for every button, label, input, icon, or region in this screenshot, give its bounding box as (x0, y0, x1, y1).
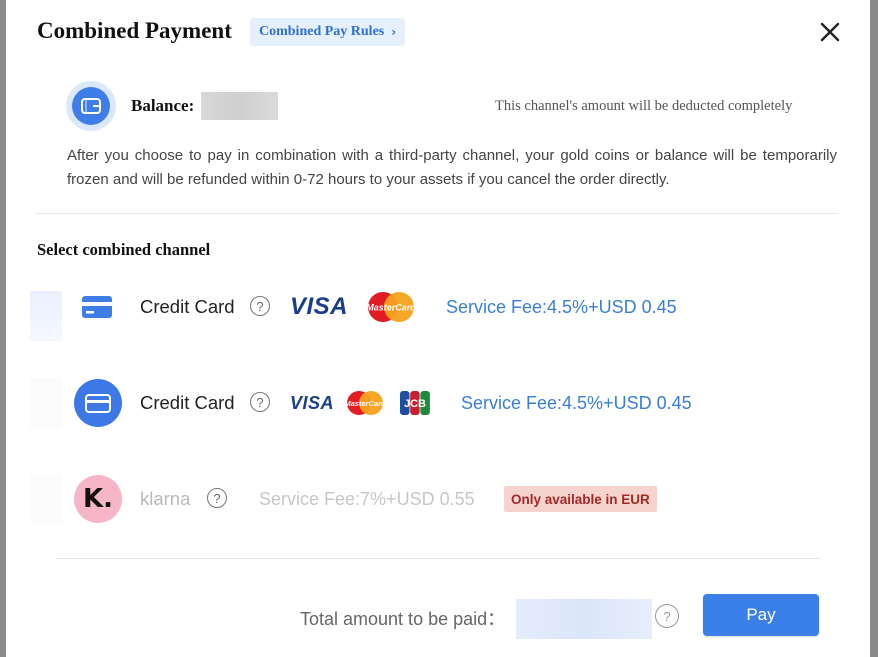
balance-value-redacted (201, 92, 278, 120)
channel-label: Credit Card (140, 296, 235, 317)
mastercard-text: MasterCard (366, 303, 416, 313)
channel-label: klarna (140, 488, 191, 509)
wallet-icon (66, 81, 116, 131)
card-icon (74, 379, 122, 427)
row-strip (30, 474, 62, 524)
pay-button[interactable]: Pay (703, 594, 819, 636)
service-fee: Service Fee:4.5%+USD 0.45 (461, 393, 692, 413)
jcb-text: JCB (404, 398, 426, 410)
card-icon (82, 296, 112, 318)
mastercard-text: MasterCard (346, 399, 384, 408)
divider (56, 558, 821, 559)
backdrop-right (870, 0, 878, 657)
help-icon[interactable]: ? (207, 488, 227, 508)
klarna-icon: K. (74, 475, 122, 523)
total-amount-value-redacted (516, 599, 652, 639)
combined-pay-rules-link[interactable]: Combined Pay Rules › (250, 18, 406, 46)
balance-label: Balance: (131, 96, 195, 115)
help-icon[interactable]: ? (655, 604, 679, 628)
row-selection-strip (30, 291, 62, 341)
visa-logo: VISA (290, 393, 335, 413)
total-amount-label: Total amount to be paid： (300, 609, 506, 629)
visa-logo: VISA (290, 293, 349, 320)
info-paragraph: After you choose to pay in combination w… (67, 147, 837, 188)
eur-only-badge: Only available in EUR (504, 486, 657, 512)
help-icon[interactable]: ? (250, 392, 270, 412)
mastercard-logo: MasterCard (366, 292, 416, 322)
channel-label: Credit Card (140, 392, 235, 413)
combined-payment-modal: Combined Payment Combined Pay Rules › Ba… (6, 0, 870, 657)
row-strip (30, 378, 62, 428)
service-fee: Service Fee:7%+USD 0.55 (259, 489, 475, 509)
mastercard-logo: MasterCard (346, 391, 384, 415)
divider (36, 213, 838, 214)
modal-title: Combined Payment (37, 18, 232, 43)
section-title: Select combined channel (37, 240, 211, 259)
chevron-right-icon: › (391, 25, 397, 39)
close-icon[interactable] (818, 20, 842, 44)
jcb-logo: JCB (400, 391, 430, 415)
service-fee: Service Fee:4.5%+USD 0.45 (446, 297, 677, 317)
deduct-note: This channel's amount will be deducted c… (495, 98, 793, 114)
rules-link-label: Combined Pay Rules (259, 24, 385, 39)
help-icon[interactable]: ? (250, 296, 270, 316)
